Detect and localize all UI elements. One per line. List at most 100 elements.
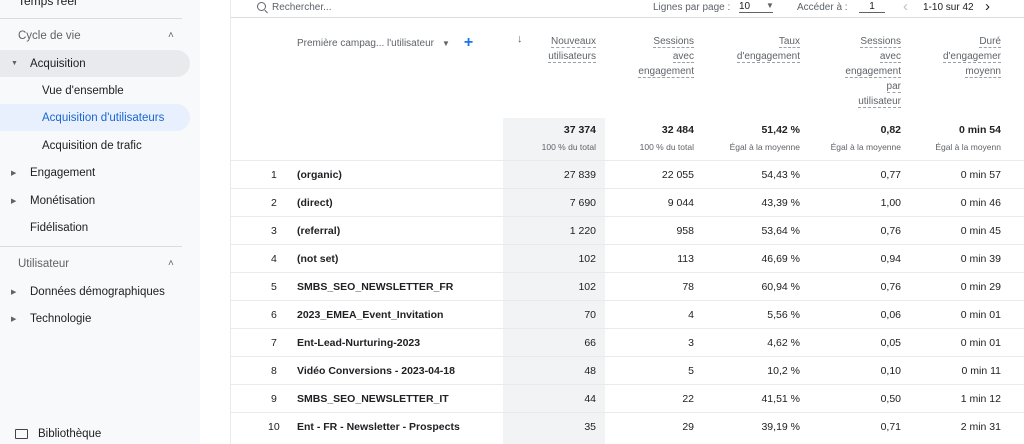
column-header[interactable]: Sessions avec engagement [599,34,694,79]
divider [0,18,182,19]
triangle-right-icon: ▶ [11,288,17,296]
row-metric-value: 66 [584,337,596,349]
caret-down-icon[interactable]: ▼ [442,39,450,48]
table-row[interactable]: 3 (referral) 1 220 958 53,64 % 0,76 0 min 45 [231,216,1024,244]
folder-icon [15,429,28,439]
section-cycle-de-vie[interactable]: Cycle de vie [18,30,81,42]
row-metric-value: 27 839 [563,169,596,181]
sidebar-item-acquisition[interactable]: ▼ Acquisition [0,50,190,77]
row-metric-value: 0,76 [880,225,901,237]
row-metric-value: 0,77 [880,169,901,181]
column-header[interactable]: Nouveaux utilisateurs [501,34,596,64]
column-header-label: avec [879,51,901,63]
row-metric-value: 0 min 39 [960,253,1001,265]
total-number: 0,82 [880,124,901,136]
row-metric-value: 29 [682,421,694,433]
total-value: 37 374 100 % du total [501,124,596,152]
row-index: 1 [271,169,277,181]
column-header[interactable]: Duré d'engagemer moyenn [901,34,1001,79]
previous-page-icon[interactable]: ‹ [903,0,908,15]
sidebar-item-label: Engagement [30,166,96,179]
triangle-right-icon: ▶ [11,169,17,177]
sidebar: Temps réel Cycle de vie ˄ ▼ Acquisition … [0,0,200,444]
sidebar-item-vue-ensemble[interactable]: Vue d'ensemble [0,77,190,104]
sidebar-item-label: Acquisition [30,57,86,70]
caret-down-icon[interactable]: ▼ [766,1,774,10]
row-dimension: Ent - FR - Newsletter - Prospects [297,421,460,433]
sidebar-item-technologie[interactable]: ▶ Technologie [0,305,190,332]
row-metric-value: 35 [584,421,596,433]
divider [231,17,1024,18]
row-metric-value: 10,2 % [767,365,800,377]
row-dimension: SMBS_SEO_NEWSLETTER_IT [297,393,449,405]
dimension-header[interactable]: Première campag... l'utilisateur ▼ + [297,34,473,52]
section-utilisateur[interactable]: Utilisateur [18,258,69,270]
total-subtext: Égal à la moyenn [935,142,1001,152]
next-page-icon[interactable]: › [985,0,990,15]
sidebar-item-monetisation[interactable]: ▶ Monétisation [0,187,190,214]
row-index: 7 [271,337,277,349]
column-header-label: engagement [638,66,694,78]
row-metric-value: 44 [584,393,596,405]
total-value: 0 min 54 Égal à la moyenn [901,124,1001,152]
row-metric-value: 0 min 45 [960,225,1001,237]
table-row[interactable]: 9 SMBS_SEO_NEWSLETTER_IT 44 22 41,51 % 0,50 1 … [231,384,1024,412]
sidebar-item-acquisition-utilisateurs[interactable]: Acquisition d'utilisateurs [0,104,190,131]
row-metric-value: 958 [676,225,694,237]
dimension-header-label: Première campag... l'utilisateur [297,37,434,49]
row-metric-value: 54,43 % [761,169,800,181]
sidebar-item-label: Monétisation [30,194,96,207]
row-metric-value: 9 044 [667,197,694,209]
sidebar-item-donnees-demographiques[interactable]: ▶ Données démographiques [0,278,190,305]
sidebar-item-fidelisation[interactable]: Fidélisation [0,214,190,241]
row-metric-value: 70 [584,309,596,321]
sidebar-item-temps-reel[interactable]: Temps réel [18,0,77,8]
row-metric-value: 1,00 [880,197,901,209]
sidebar-item-label: Acquisition d'utilisateurs [42,111,165,124]
row-metric-value: 60,94 % [761,281,800,293]
search-input[interactable]: Rechercher... [272,2,331,13]
total-number: 51,42 % [761,124,800,136]
goto-label: Accéder à : [797,2,848,13]
column-header-label: engagement [845,66,901,78]
row-dimension: (referral) [297,225,341,237]
goto-page-input[interactable]: 1 [859,1,885,13]
sidebar-item-engagement[interactable]: ▶ Engagement [0,159,190,186]
column-header-label: d'engagemer [942,51,1001,63]
chevron-up-icon[interactable]: ˄ [168,30,174,41]
row-metric-value: 113 [677,253,694,265]
total-value: 0,82 Égal à la moyenne [801,124,901,152]
row-index: 3 [271,225,277,237]
search-icon[interactable] [257,2,266,11]
row-metric-value: 102 [578,253,596,265]
chevron-up-icon[interactable]: ˄ [168,258,174,269]
sidebar-item-acquisition-trafic[interactable]: Acquisition de trafic [0,132,190,159]
sidebar-item-label: Acquisition de trafic [42,139,142,152]
sidebar-item-label: Données démographiques [30,285,165,298]
table-row[interactable]: 8 Vidéo Conversions - 2023-04-18 48 5 10,2 %… [231,356,1024,384]
rows-per-page-label: Lignes par page : [653,2,731,13]
sidebar-item-bibliotheque[interactable]: Bibliothèque [15,428,101,440]
column-header-label: Duré [979,36,1001,48]
row-metric-value: 1 min 12 [960,393,1001,405]
row-metric-value: 0 min 11 [961,365,1002,377]
table-row[interactable]: 1 (organic) 27 839 22 055 54,43 % 0,77 0 min 5… [231,160,1024,188]
total-subtext: Égal à la moyenne [830,142,901,152]
column-header[interactable]: Sessions avec engagement par utilisateur [801,34,901,109]
table-row[interactable]: 7 Ent-Lead-Nurturing-2023 66 3 4,62 % 0,05 0 m… [231,328,1024,356]
row-metric-value: 1 220 [569,225,596,237]
row-index: 8 [271,365,277,377]
column-header-label: avec [672,51,694,63]
row-metric-value: 78 [682,281,694,293]
table-row[interactable]: 10 Ent - FR - Newsletter - Prospects 35 29 3… [231,412,1024,440]
row-metric-value: 41,51 % [761,393,800,405]
table-row[interactable]: 6 2023_EMEA_Event_Invitation 70 4 5,56 % 0,06… [231,300,1024,328]
table-row[interactable]: 5 SMBS_SEO_NEWSLETTER_FR 102 78 60,94 % 0,76 0… [231,272,1024,300]
table-row[interactable]: 2 (direct) 7 690 9 044 43,39 % 1,00 0 min 46 [231,188,1024,216]
row-metric-value: 0 min 46 [960,197,1001,209]
sidebar-item-label: Technologie [30,312,92,325]
add-dimension-icon[interactable]: + [464,34,473,52]
column-header[interactable]: Taux d'engagement [700,34,800,64]
row-metric-value: 3 [688,337,694,349]
table-row[interactable]: 4 (not set) 102 113 46,69 % 0,94 0 min 39 [231,244,1024,272]
